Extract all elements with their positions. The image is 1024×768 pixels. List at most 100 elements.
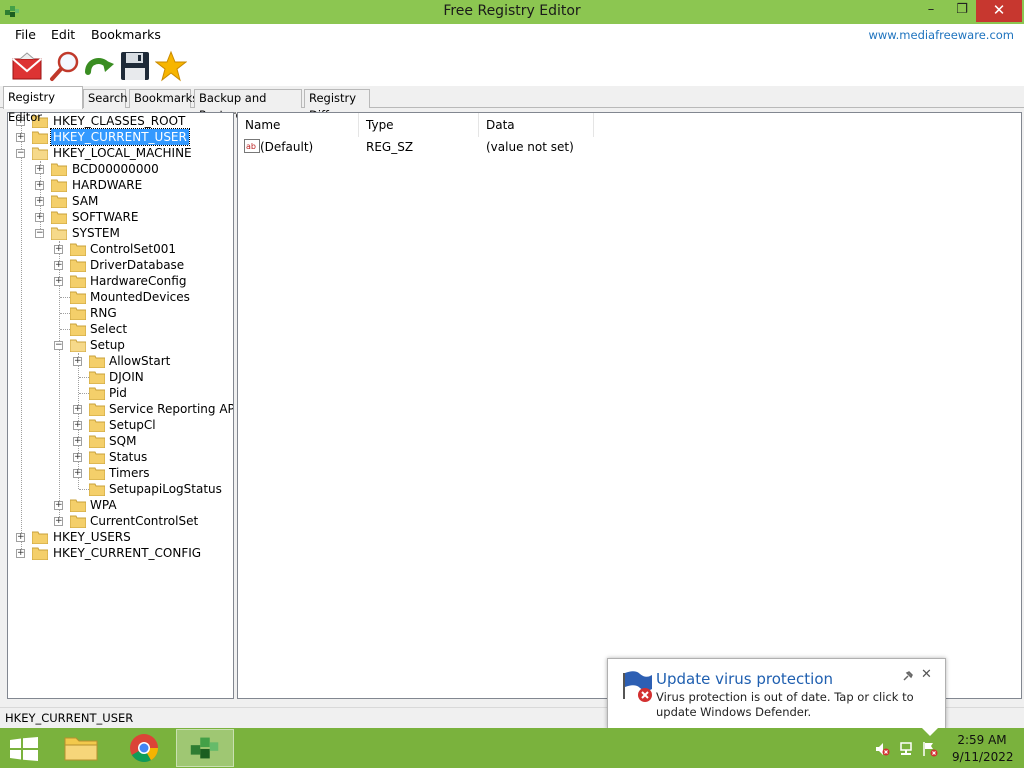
tree-label[interactable]: Timers — [107, 465, 152, 481]
windows-start-icon[interactable] — [10, 737, 38, 761]
column-header-type[interactable]: Type — [359, 113, 479, 137]
website-link[interactable]: www.mediafreeware.com — [868, 28, 1014, 42]
minimize-button[interactable]: – — [916, 0, 946, 22]
tree-label[interactable]: RNG — [88, 305, 119, 321]
folder-icon — [70, 515, 86, 528]
chrome-icon[interactable] — [115, 729, 173, 767]
menu-bar: File Edit Bookmarks www.mediafreeware.co… — [0, 24, 1024, 46]
expand-icon[interactable]: + — [54, 245, 63, 254]
expand-icon[interactable]: + — [16, 533, 25, 542]
notification-toast[interactable]: Update virus protection Virus protection… — [607, 658, 946, 729]
tree-label[interactable]: ControlSet001 — [88, 241, 178, 257]
tree-label[interactable]: HKEY_CLASSES_ROOT — [51, 113, 187, 129]
column-header-data[interactable]: Data — [479, 113, 594, 137]
notification-body: Virus protection is out of date. Tap or … — [656, 690, 914, 719]
tree-label[interactable]: SetupapiLogStatus — [107, 481, 224, 497]
folder-icon — [70, 275, 86, 288]
tree-label-selected[interactable]: HKEY_CURRENT_USER — [50, 128, 190, 146]
tab-bookmarks[interactable]: Bookmarks — [129, 89, 198, 108]
clock-time[interactable]: 2:59 AM — [952, 733, 1012, 747]
expand-icon[interactable]: + — [16, 133, 25, 142]
magnifier-icon[interactable] — [49, 50, 81, 82]
tab-backup-restore[interactable]: Backup and Restore — [194, 89, 302, 122]
tree-line — [60, 313, 70, 314]
volume-muted-icon[interactable] — [874, 741, 890, 757]
expand-icon[interactable]: + — [73, 357, 82, 366]
star-icon[interactable] — [155, 50, 187, 82]
tab-search[interactable]: Search — [83, 89, 128, 108]
tree-label[interactable]: DJOIN — [107, 369, 146, 385]
expand-icon[interactable]: + — [73, 469, 82, 478]
tree-label[interactable]: Service Reporting API — [107, 401, 233, 417]
pin-icon[interactable] — [902, 670, 914, 682]
expand-icon[interactable]: + — [73, 453, 82, 462]
title-bar: Free Registry Editor – ❐ ✕ — [0, 0, 1024, 24]
action-center-flag-icon[interactable] — [922, 741, 938, 757]
column-header-name[interactable]: Name — [238, 113, 359, 137]
menu-edit[interactable]: Edit — [51, 27, 75, 42]
close-button[interactable]: ✕ — [976, 0, 1022, 22]
folder-open-icon — [32, 147, 48, 160]
values-list[interactable]: Name Type Data ab (Default) REG_SZ (valu… — [237, 112, 1022, 699]
collapse-icon[interactable]: − — [54, 341, 63, 350]
registry-tree[interactable]: + HKEY_CLASSES_ROOT + HKEY_CURRENT_USER … — [7, 112, 234, 699]
folder-icon — [70, 323, 86, 336]
folder-icon — [51, 163, 67, 176]
folder-icon — [89, 467, 105, 480]
mail-icon[interactable] — [11, 50, 43, 82]
tree-line — [79, 393, 89, 394]
expand-icon[interactable]: + — [54, 501, 63, 510]
folder-icon — [89, 419, 105, 432]
save-disk-icon[interactable] — [119, 50, 151, 82]
tree-label[interactable]: SAM — [70, 193, 100, 209]
expand-icon[interactable]: + — [73, 421, 82, 430]
tree-label[interactable]: Select — [88, 321, 129, 337]
tree-label[interactable]: Setup — [88, 337, 127, 353]
tree-label[interactable]: HARDWARE — [70, 177, 144, 193]
expand-icon[interactable]: + — [16, 549, 25, 558]
tree-label[interactable]: Status — [107, 449, 149, 465]
tab-registry-editor[interactable]: Registry Editor — [3, 86, 83, 124]
file-explorer-icon[interactable] — [52, 729, 110, 767]
notification-close-button[interactable]: ✕ — [921, 667, 932, 682]
expand-icon[interactable]: + — [54, 277, 63, 286]
tree-label[interactable]: CurrentControlSet — [88, 513, 200, 529]
tree-label[interactable]: SYSTEM — [70, 225, 122, 241]
tree-label[interactable]: HardwareConfig — [88, 273, 188, 289]
tree-label[interactable]: DriverDatabase — [88, 257, 186, 273]
collapse-icon[interactable]: − — [35, 229, 44, 238]
restore-button[interactable]: ❐ — [947, 0, 977, 22]
menu-file[interactable]: File — [15, 27, 36, 42]
tree-label[interactable]: BCD00000000 — [70, 161, 161, 177]
expand-icon[interactable]: + — [54, 261, 63, 270]
tree-label[interactable]: SQM — [107, 433, 138, 449]
collapse-icon[interactable]: − — [16, 149, 25, 158]
folder-icon — [70, 259, 86, 272]
refresh-arrow-icon[interactable] — [84, 50, 116, 82]
tree-label[interactable]: WPA — [88, 497, 119, 513]
expand-icon[interactable]: + — [35, 197, 44, 206]
expand-icon[interactable]: + — [35, 165, 44, 174]
tree-label[interactable]: HKEY_CURRENT_CONFIG — [51, 545, 203, 561]
expand-icon[interactable]: + — [73, 437, 82, 446]
network-icon[interactable] — [898, 741, 914, 757]
tree-label[interactable]: HKEY_LOCAL_MACHINE — [51, 145, 194, 161]
registry-editor-taskbar-icon[interactable] — [176, 729, 234, 767]
clock-date[interactable]: 9/11/2022 — [952, 750, 1014, 764]
expand-icon[interactable]: + — [73, 405, 82, 414]
folder-icon — [51, 179, 67, 192]
tree-label[interactable]: SetupCl — [107, 417, 158, 433]
tree-label[interactable]: MountedDevices — [88, 289, 192, 305]
tab-registry-diff[interactable]: Registry Diff — [304, 89, 370, 122]
tree-label[interactable]: SOFTWARE — [70, 209, 140, 225]
tree-label[interactable]: HKEY_USERS — [51, 529, 133, 545]
menu-bookmarks[interactable]: Bookmarks — [91, 27, 161, 42]
tree-label[interactable]: AllowStart — [107, 353, 172, 369]
folder-open-icon — [70, 339, 86, 352]
expand-icon[interactable]: + — [35, 181, 44, 190]
svg-text:ab: ab — [246, 142, 256, 151]
expand-icon[interactable]: + — [54, 517, 63, 526]
table-row[interactable]: ab (Default) REG_SZ (value not set) — [238, 138, 638, 156]
tree-label[interactable]: Pid — [107, 385, 129, 401]
expand-icon[interactable]: + — [35, 213, 44, 222]
